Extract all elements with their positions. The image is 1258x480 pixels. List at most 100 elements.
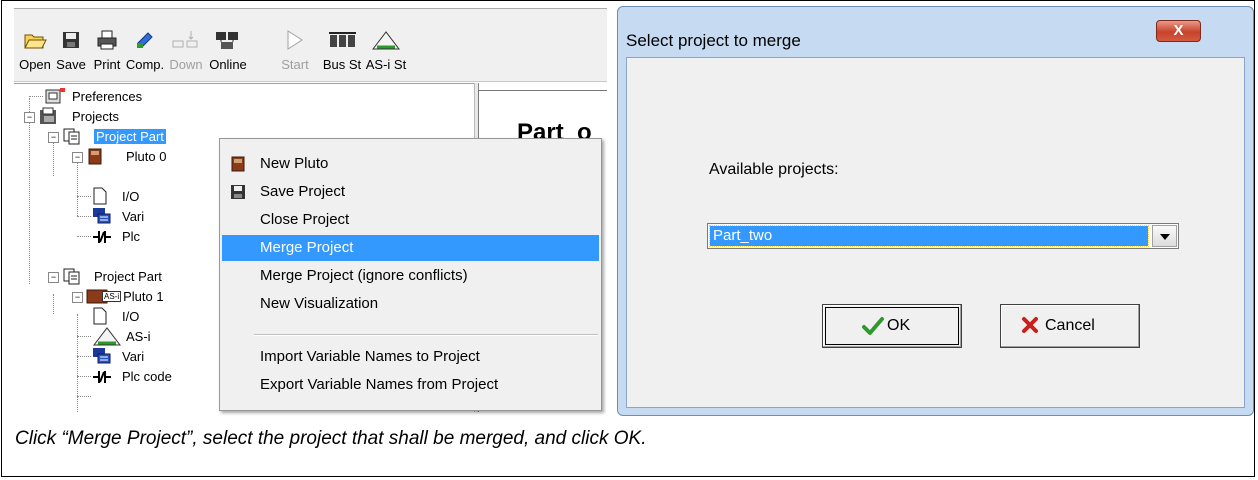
asi-network-icon — [92, 327, 122, 346]
print-button[interactable]: Print — [90, 29, 124, 79]
tree-item-vari-1[interactable]: Vari — [92, 206, 144, 226]
project-icon — [63, 128, 80, 145]
compile-label: Comp. — [125, 57, 165, 72]
open-button[interactable]: Open — [18, 29, 52, 79]
menu-label: Close Project — [260, 211, 350, 228]
tree-connector — [77, 376, 91, 377]
close-button[interactable]: X — [1156, 20, 1201, 42]
tree-collapse-toggle[interactable]: − — [72, 292, 83, 303]
online-button[interactable]: Online — [206, 29, 250, 79]
dropdown-button[interactable] — [1152, 225, 1177, 247]
compile-icon — [137, 32, 153, 48]
menu-item-merge-ignore-conflicts[interactable]: Merge Project (ignore conflicts) — [222, 263, 599, 289]
menu-item-save-project[interactable]: Save Project — [222, 179, 599, 205]
menu-item-merge-project[interactable]: Merge Project — [222, 235, 599, 261]
menu-label: Import Variable Names to Project — [260, 348, 480, 365]
tree-connector — [77, 236, 91, 237]
tree-item-vari-2[interactable]: Vari — [92, 346, 144, 366]
tree-connector — [77, 356, 91, 357]
start-label: Start — [281, 57, 309, 72]
menu-item-close-project[interactable]: Close Project — [222, 207, 599, 233]
tree-item-io-1[interactable]: I/O — [92, 186, 139, 206]
menu-label: New Visualization — [260, 295, 379, 312]
asi-status-label: AS-i St — [365, 57, 407, 72]
online-icon — [216, 32, 238, 49]
online-label: Online — [209, 57, 247, 72]
tree-collapse-toggle[interactable]: − — [48, 132, 59, 143]
tree-label: Projects — [72, 108, 119, 124]
menu-item-import-variable-names[interactable]: Import Variable Names to Project — [222, 344, 599, 370]
tree-connector — [53, 294, 54, 314]
tree-collapse-toggle[interactable]: − — [48, 272, 59, 283]
tree-connector — [77, 336, 91, 337]
asi-status-button[interactable]: AS-i St — [364, 29, 408, 79]
tree-item-plc-1[interactable]: Plc — [92, 226, 140, 246]
cancel-button[interactable]: Cancel — [1000, 304, 1140, 348]
variables-icon — [93, 348, 111, 364]
instruction-caption: Click “Merge Project”, select the projec… — [15, 428, 647, 449]
plc-contact-icon — [93, 231, 111, 243]
project-icon — [63, 268, 80, 285]
menu-item-new-visualization[interactable]: New Visualization — [222, 291, 599, 317]
document-icon — [93, 307, 107, 325]
selected-project: Part_two — [709, 225, 1149, 247]
download-icon — [172, 31, 198, 48]
plc-contact-icon — [93, 371, 111, 383]
tree-label: AS-i — [126, 328, 151, 344]
menu-label: Export Variable Names from Project — [260, 376, 499, 393]
tree-connector — [77, 396, 91, 397]
tree-label: Pluto 1 — [123, 288, 164, 304]
dialog-body: Available projects: Part_two OK Cancel — [626, 57, 1245, 408]
tree-item-pluto-1[interactable]: AS-i Pluto 1 — [86, 286, 164, 306]
menu-item-export-variable-names[interactable]: Export Variable Names from Project — [222, 372, 599, 398]
tree-collapse-toggle[interactable]: − — [24, 112, 35, 123]
save-button[interactable]: Save — [54, 29, 88, 79]
tree-label: Preferences — [72, 88, 143, 104]
tree-collapse-toggle[interactable]: − — [72, 152, 83, 163]
compile-button[interactable]: Comp. — [124, 29, 166, 79]
save-icon — [231, 185, 245, 199]
project-select[interactable]: Part_two — [707, 223, 1179, 249]
merge-dialog: Select project to merge X Available proj… — [617, 6, 1254, 416]
start-icon — [287, 30, 303, 50]
tree-label: Vari — [122, 208, 145, 224]
tree-item-pluto-0[interactable]: Pluto 0 — [86, 146, 166, 166]
checkmark-icon — [862, 317, 884, 335]
tree-item-projects[interactable]: Projects — [38, 106, 119, 126]
ok-button[interactable]: OK — [822, 304, 962, 348]
tree-item-project-2[interactable]: Project Part — [62, 266, 162, 286]
tree-connector — [29, 96, 43, 97]
cross-icon — [1022, 317, 1038, 333]
close-icon: X — [1173, 22, 1184, 39]
ok-label: OK — [887, 317, 911, 334]
tree-item-plc-code[interactable]: Plc code — [92, 366, 172, 386]
tree-connector — [77, 154, 78, 216]
context-menu: New Pluto Save Project Close Project Mer… — [219, 138, 602, 411]
preferences-icon — [45, 88, 65, 104]
asi-badge: AS-i — [102, 290, 122, 302]
save-icon — [63, 32, 79, 48]
open-label: Open — [19, 57, 51, 72]
tree-item-asi[interactable]: AS-i — [92, 326, 151, 346]
tree-connector — [77, 216, 91, 217]
download-button[interactable]: Down — [166, 29, 206, 79]
pluto-icon — [231, 156, 245, 172]
variables-icon — [93, 208, 111, 224]
tree-item-project-1[interactable]: Project Part — [62, 126, 166, 146]
document-icon — [93, 187, 107, 205]
menu-separator — [254, 334, 598, 336]
tree-connector — [77, 314, 78, 412]
save-label: Save — [56, 57, 86, 72]
tree-connector — [77, 196, 91, 197]
menu-label: New Pluto — [260, 155, 329, 172]
start-button[interactable]: Start — [278, 29, 312, 79]
tree-item-preferences[interactable]: Preferences — [44, 86, 142, 106]
tree-item-io-2[interactable]: I/O — [92, 306, 139, 326]
tree-label: Plc code — [122, 368, 172, 384]
menu-item-new-pluto[interactable]: New Pluto — [222, 151, 599, 177]
chevron-down-icon — [1160, 234, 1170, 240]
tree-label: I/O — [122, 188, 140, 204]
bus-status-button[interactable]: Bus St — [320, 29, 364, 79]
tree-label: Vari — [122, 348, 145, 364]
bus-status-label: Bus St — [322, 57, 362, 72]
